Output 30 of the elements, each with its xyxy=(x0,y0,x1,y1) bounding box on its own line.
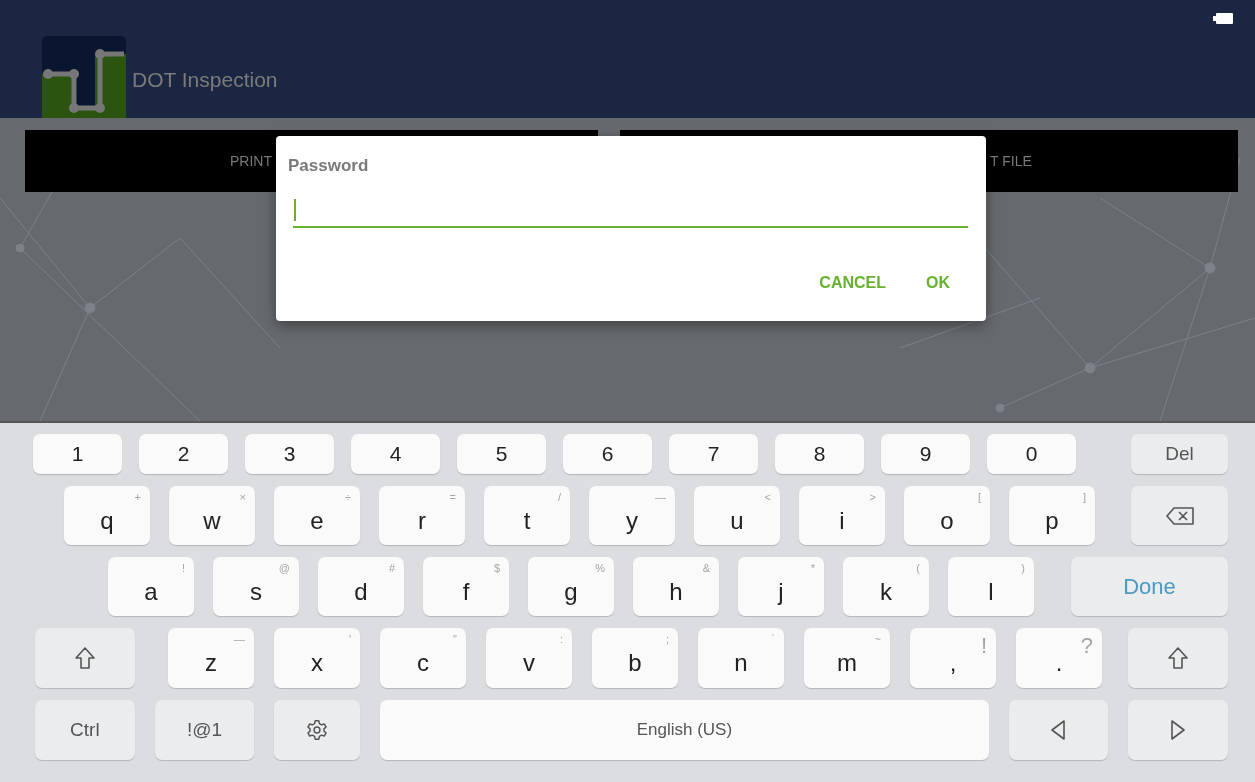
key-hint: ~ xyxy=(874,633,881,645)
key-hint: > xyxy=(869,491,876,503)
key-hint: ] xyxy=(1082,491,1086,503)
key-hint: % xyxy=(595,562,605,574)
key-hint: < xyxy=(764,491,771,503)
key-hint: ' xyxy=(348,633,351,645)
key-hint: & xyxy=(702,562,710,574)
app-title: DOT Inspection xyxy=(132,68,278,92)
key-hint: ( xyxy=(916,562,920,574)
key-hint: * xyxy=(810,562,815,574)
key-hint: ` xyxy=(771,633,775,645)
key-hint: ! xyxy=(980,633,987,659)
key-hint: = xyxy=(449,491,456,503)
key-hint: × xyxy=(239,491,246,503)
key-hint: ÷ xyxy=(344,491,351,503)
key-hint: + xyxy=(134,491,141,503)
key-hint: " xyxy=(453,633,457,645)
key-hint: ; xyxy=(665,633,669,645)
key-hint: @ xyxy=(278,562,290,574)
key-hint: ! xyxy=(181,562,185,574)
key-hint: : xyxy=(559,633,563,645)
key-hint: ? xyxy=(1080,633,1093,659)
dialog-title: Password xyxy=(288,156,369,176)
key-hint: — xyxy=(655,491,666,503)
key-hint: # xyxy=(388,562,395,574)
key-hint: [ xyxy=(977,491,981,503)
key-hint: ) xyxy=(1021,562,1025,574)
key-hint: $ xyxy=(493,562,500,574)
key-hint: — xyxy=(234,633,245,645)
key-hint: / xyxy=(557,491,561,503)
